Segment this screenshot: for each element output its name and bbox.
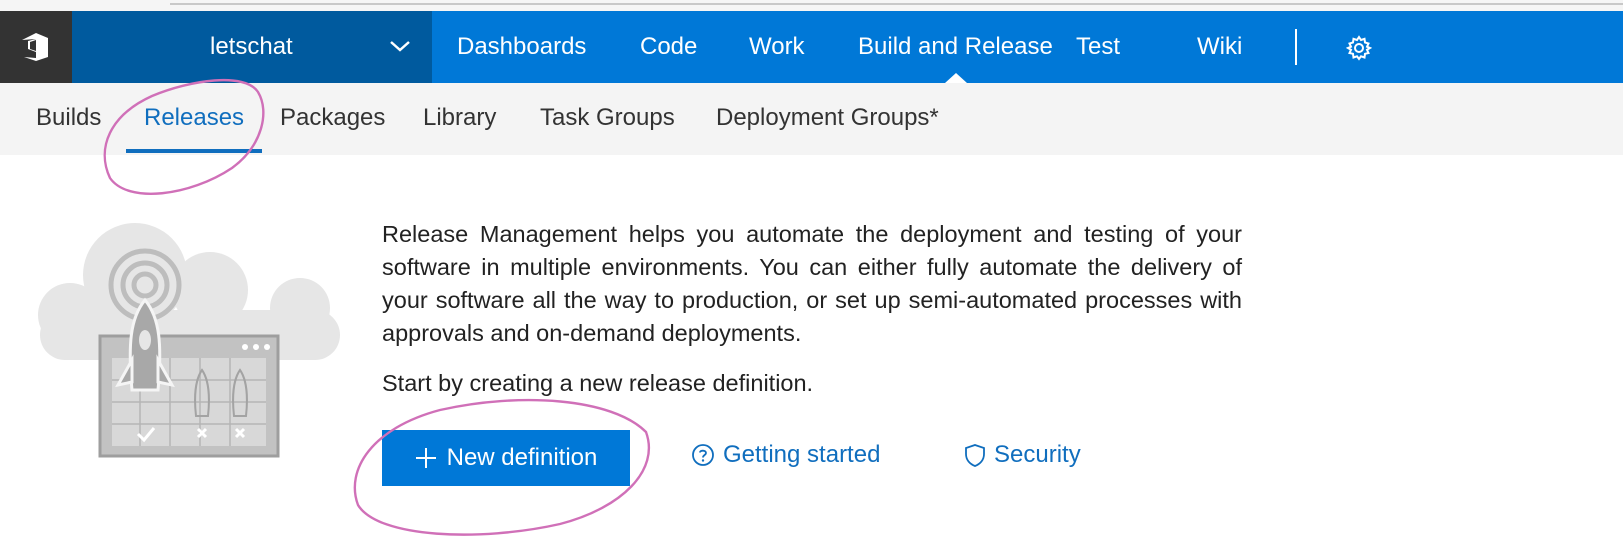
getting-started-label: Getting started: [723, 441, 881, 468]
new-definition-button[interactable]: New definition: [382, 430, 630, 486]
tab-task-groups[interactable]: Task Groups: [540, 104, 675, 132]
browser-divider: [170, 3, 1623, 5]
security-label: Security: [994, 441, 1081, 468]
vsts-logo-icon: [22, 33, 48, 61]
nav-work[interactable]: Work: [749, 33, 805, 61]
vsts-logo[interactable]: [0, 11, 72, 83]
shield-icon: [965, 444, 985, 467]
tab-deployment-groups[interactable]: Deployment Groups*: [716, 104, 939, 132]
hub-navigation: Builds Releases Packages Library Task Gr…: [0, 83, 1623, 155]
release-illustration: [38, 223, 340, 458]
release-management-description: Release Management helps you automate th…: [382, 221, 1242, 346]
nav-wiki[interactable]: Wiki: [1197, 33, 1242, 61]
nav-build-and-release[interactable]: Build and Release: [858, 33, 1053, 61]
tab-packages[interactable]: Packages: [280, 104, 385, 132]
project-name: letschat: [210, 33, 293, 60]
nav-dashboards[interactable]: Dashboards: [457, 33, 586, 61]
gear-icon[interactable]: [1346, 35, 1372, 61]
active-tab-underline: [126, 149, 262, 153]
start-instruction: Start by creating a new release definiti…: [382, 370, 814, 396]
chevron-down-icon: [390, 41, 410, 52]
help-circle-icon: [692, 444, 714, 466]
project-selector[interactable]: letschat: [72, 11, 432, 83]
nav-divider: [1295, 29, 1297, 65]
security-link[interactable]: Security: [964, 441, 1081, 469]
plus-icon: [415, 448, 436, 468]
nav-test[interactable]: Test: [1076, 33, 1120, 61]
top-navigation-bar: letschat Dashboards Code Work Build and …: [0, 11, 1623, 83]
getting-started-link[interactable]: Getting started: [691, 441, 880, 469]
browser-chrome-strip: [0, 0, 1623, 11]
tab-builds[interactable]: Builds: [36, 104, 101, 132]
tab-releases[interactable]: Releases: [144, 104, 244, 132]
new-definition-label: New definition: [446, 444, 598, 471]
tab-library[interactable]: Library: [423, 104, 496, 132]
active-nav-indicator: [945, 73, 967, 83]
nav-code[interactable]: Code: [640, 33, 697, 61]
